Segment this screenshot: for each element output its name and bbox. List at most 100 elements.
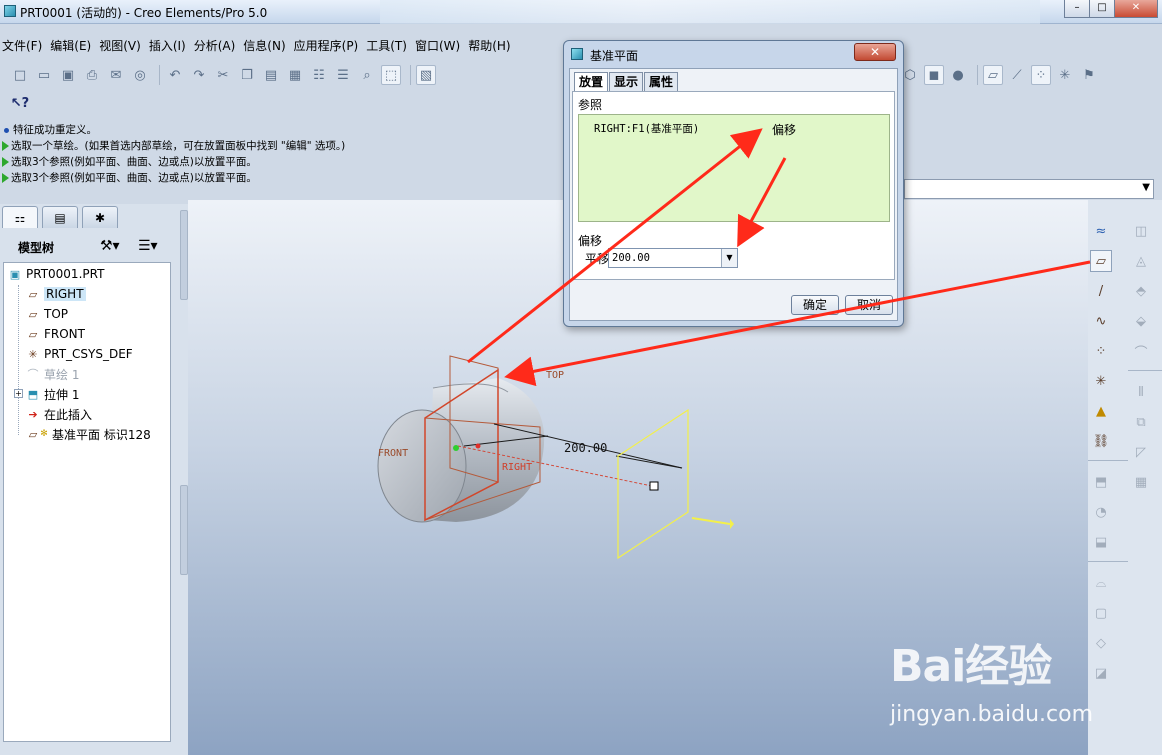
csys-tool-icon[interactable]: ✳	[1090, 370, 1112, 392]
close-window-button[interactable]: ✕	[1114, 0, 1158, 18]
send-icon[interactable]: ◎	[130, 65, 150, 85]
datum-point-display-icon[interactable]: ⁘	[1031, 65, 1051, 85]
new-file-icon[interactable]: □	[10, 65, 30, 85]
minimize-button[interactable]: –	[1064, 0, 1090, 18]
dimension-value[interactable]: 200.00	[564, 441, 607, 455]
trim-tool-icon[interactable]: ◸	[1130, 441, 1152, 463]
datum-plane-display-icon[interactable]: ▱	[983, 65, 1003, 85]
menu-file[interactable]: 文件(F)	[0, 37, 48, 54]
tree-item-label: TOP	[44, 307, 69, 321]
datum-point-tool-icon[interactable]: ⁘	[1090, 340, 1112, 362]
datum-axis-tool-icon[interactable]: /	[1090, 280, 1112, 302]
extrude-tool-icon[interactable]: ⬒	[1090, 471, 1112, 493]
analysis-tool-icon[interactable]: ▲	[1090, 400, 1112, 422]
select-box-icon[interactable]: ⬚	[381, 65, 401, 85]
splitter-grip-top[interactable]	[180, 210, 188, 300]
ok-button[interactable]: 确定	[791, 295, 839, 315]
tab-display[interactable]: 显示	[609, 72, 644, 91]
tree-item-csys[interactable]: ✳ PRT_CSYS_DEF	[26, 345, 132, 363]
revolve-tool-icon[interactable]: ◔	[1090, 501, 1112, 523]
dialog-close-button[interactable]: ✕	[854, 43, 896, 61]
csys-display-icon[interactable]: ✳	[1055, 65, 1075, 85]
menu-applications[interactable]: 应用程序(P)	[292, 37, 365, 54]
print-icon[interactable]: ⎙	[82, 65, 102, 85]
pattern-tool-icon[interactable]: ▦	[1130, 471, 1152, 493]
boundary-tool-icon[interactable]: ⬙	[1130, 310, 1152, 332]
menu-window[interactable]: 窗口(W)	[413, 37, 466, 54]
merge-tool-icon[interactable]: ⧉	[1130, 411, 1152, 433]
prompt-arrow-icon	[2, 173, 9, 183]
sweep-tool-icon[interactable]: ⬓	[1090, 531, 1112, 553]
surface-tool-icon[interactable]: ⌒	[1130, 340, 1152, 362]
menu-info[interactable]: 信息(N)	[241, 37, 291, 54]
menu-edit[interactable]: 编辑(E)	[48, 37, 97, 54]
copy-icon[interactable]: ❐	[237, 65, 257, 85]
tree-item-label: 基准平面 标识128	[52, 427, 151, 442]
blend-tool-icon[interactable]: ⬘	[1130, 280, 1152, 302]
save-icon[interactable]: ▣	[58, 65, 78, 85]
maximize-button[interactable]: □	[1089, 0, 1115, 18]
menu-insert[interactable]: 插入(I)	[147, 37, 192, 54]
sketch-tool-icon[interactable]: ≈	[1090, 220, 1112, 242]
paste-icon[interactable]: ▤	[261, 65, 281, 85]
paste-special-icon[interactable]: ▦	[285, 65, 305, 85]
shading-icon[interactable]: ◼	[924, 65, 944, 85]
regenerate-icon[interactable]: ☷	[309, 65, 329, 85]
tree-item-extrude[interactable]: + ⬒ 拉伸 1	[14, 385, 79, 403]
datum-plane-icon: ▱	[28, 307, 38, 321]
navigator-splitter[interactable]	[180, 210, 188, 755]
references-collector[interactable]: RIGHT:F1(基准平面) 偏移	[578, 114, 890, 222]
settings-icon[interactable]: ⚒▾	[100, 238, 120, 254]
find-icon[interactable]: ⌕	[357, 65, 377, 85]
tree-item-sketch[interactable]: ⌒ 草绘 1	[26, 365, 80, 383]
menu-help[interactable]: 帮助(H)	[466, 37, 516, 54]
reference-item[interactable]: RIGHT:F1(基准平面)	[594, 121, 699, 136]
regenerate-manager-icon[interactable]: ☰	[333, 65, 353, 85]
dialog-titlebar[interactable]: 基准平面 ✕	[564, 41, 903, 67]
chevron-down-icon[interactable]: ▼	[721, 249, 737, 267]
round-tool-icon[interactable]: ◫	[1130, 220, 1152, 242]
expand-icon[interactable]: +	[14, 389, 23, 398]
menu-tools[interactable]: 工具(T)	[364, 37, 413, 54]
tab-folder-browser[interactable]: ▤	[42, 206, 78, 228]
redo-icon[interactable]: ↷	[189, 65, 209, 85]
tree-item-insert-here[interactable]: ➔ 在此插入	[26, 405, 92, 423]
mirror-tool-icon[interactable]: ⫴	[1130, 381, 1152, 403]
annotation-display-icon[interactable]: ⚑	[1079, 65, 1099, 85]
datum-curve-tool-icon[interactable]: ∿	[1090, 310, 1112, 332]
tab-model-tree[interactable]: ⚏	[2, 206, 38, 228]
tree-item-root[interactable]: ▣ PRT0001.PRT	[8, 265, 105, 283]
hole-tool-icon[interactable]: ⌓	[1090, 572, 1112, 594]
tab-properties[interactable]: 属性	[644, 72, 679, 91]
smart-filter-select[interactable]: ▼	[904, 179, 1154, 199]
show-icon[interactable]: ☰▾	[138, 238, 158, 254]
chamfer-tool-icon[interactable]: ◬	[1130, 250, 1152, 272]
send-mail-icon[interactable]: ✉	[106, 65, 126, 85]
undo-icon[interactable]: ↶	[165, 65, 185, 85]
datum-axis-display-icon[interactable]: ⟋	[1007, 65, 1027, 85]
cancel-button[interactable]: 取消	[845, 295, 893, 315]
reference-constraint[interactable]: 偏移	[772, 121, 796, 138]
chain-tool-icon[interactable]: ⛓	[1090, 430, 1112, 452]
tree-item-label: RIGHT	[44, 287, 86, 301]
repaint-icon[interactable]: ▧	[416, 65, 436, 85]
saved-views-icon[interactable]: ●	[948, 65, 968, 85]
drag-handle[interactable]	[649, 481, 659, 491]
splitter-grip-bottom[interactable]	[180, 485, 188, 575]
menu-analysis[interactable]: 分析(A)	[192, 37, 242, 54]
tree-item-front[interactable]: ▱ FRONT	[26, 325, 85, 343]
tree-item-right[interactable]: ▱ RIGHT	[26, 285, 86, 303]
tree-item-top[interactable]: ▱ TOP	[26, 305, 68, 323]
tab-favorites[interactable]: ✱	[82, 206, 118, 228]
menu-view[interactable]: 视图(V)	[97, 37, 147, 54]
model-tree-title: 模型树	[18, 241, 55, 255]
references-label: 参照	[578, 98, 603, 112]
shell-tool-icon[interactable]: ▢	[1090, 602, 1112, 624]
cut-icon[interactable]: ✂	[213, 65, 233, 85]
open-file-icon[interactable]: ▭	[34, 65, 54, 85]
datum-plane-tool-icon[interactable]: ▱	[1090, 250, 1112, 272]
context-help-icon[interactable]: ↖?	[10, 93, 30, 113]
translate-value-input[interactable]: 200.00 ▼	[608, 248, 738, 268]
tab-placement[interactable]: 放置	[574, 72, 609, 91]
tree-item-new-datum-plane[interactable]: ▱ ✻ 基准平面 标识128	[26, 425, 151, 443]
